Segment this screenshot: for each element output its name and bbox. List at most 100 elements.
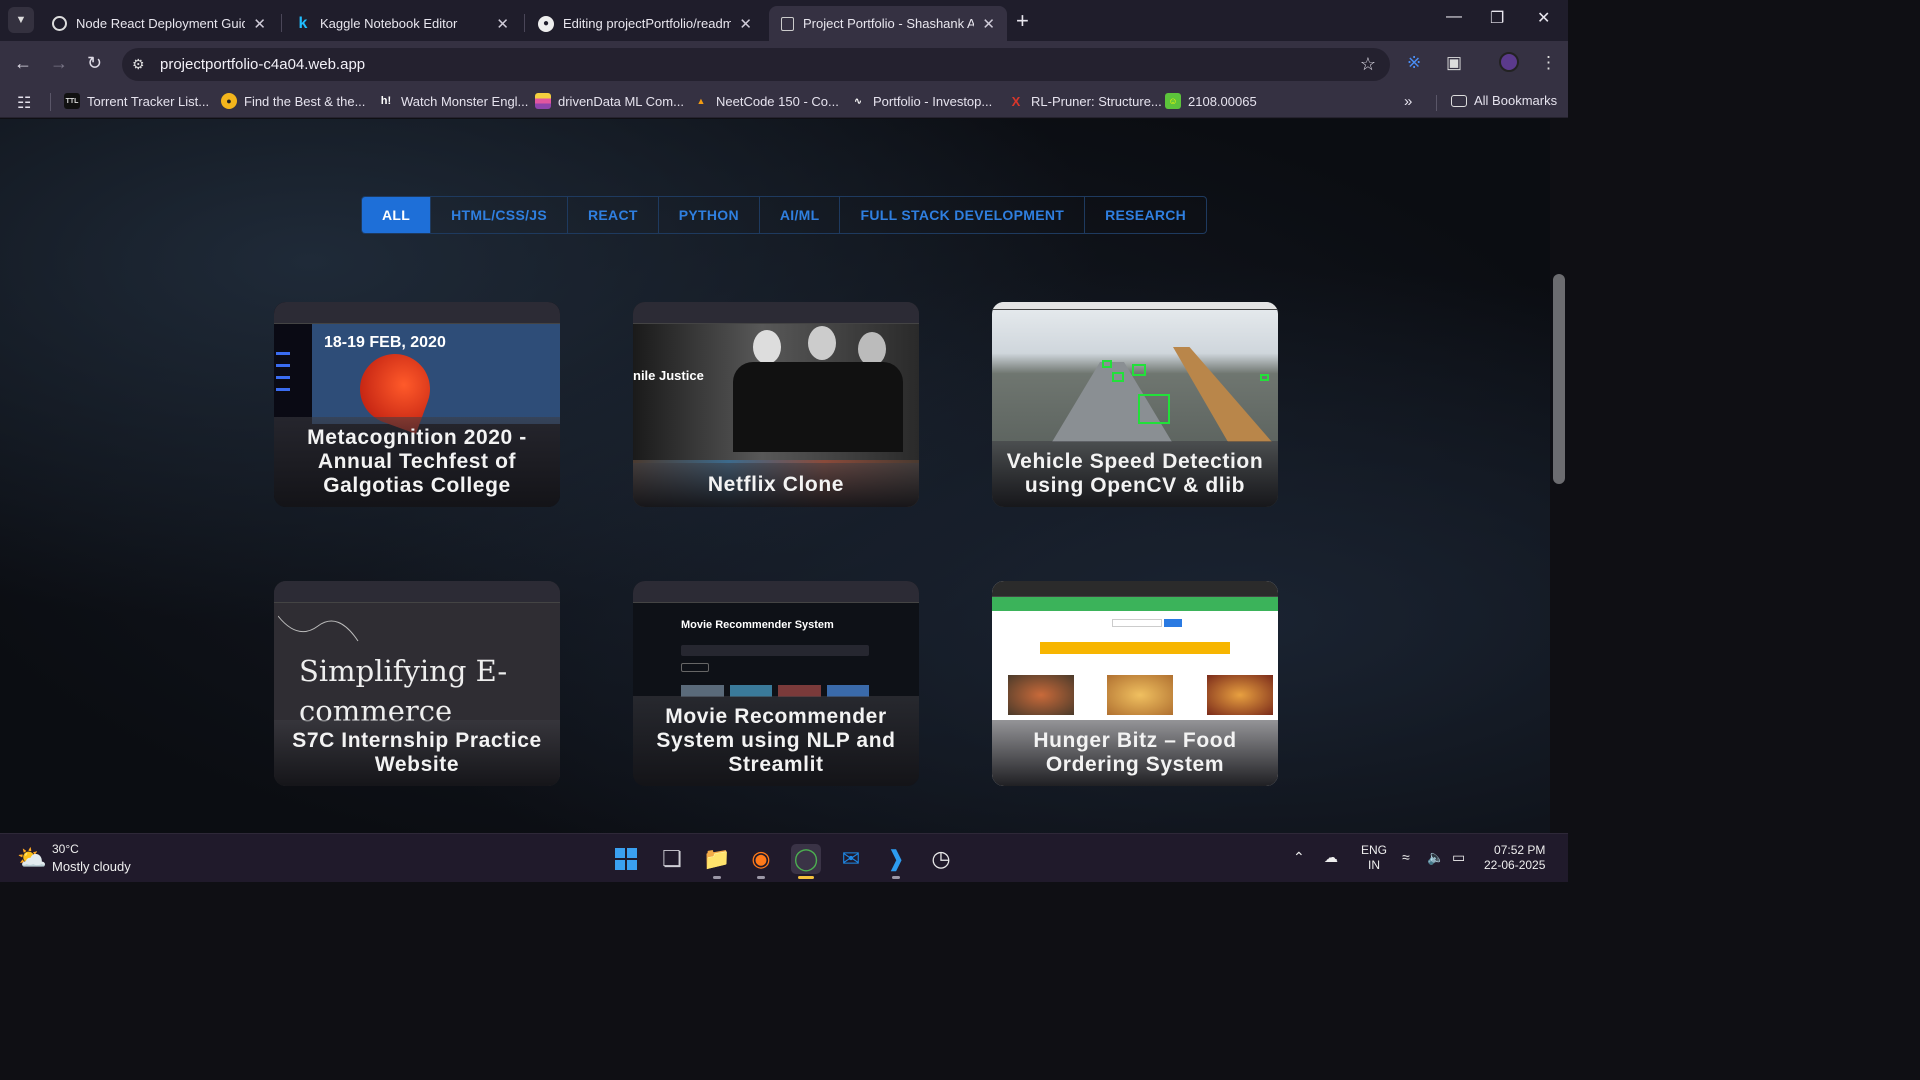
weather-cloud-icon[interactable]: ⛅ xyxy=(17,844,47,873)
filter-all[interactable]: ALL xyxy=(362,197,432,233)
project-card-movie-recommender[interactable]: Movie Recommender System Movie Recommend… xyxy=(633,581,919,786)
site-info-icon[interactable]: ⚙ xyxy=(132,56,145,73)
project-title-overlay: Metacognition 2020 - Annual Techfest of … xyxy=(274,417,560,507)
bookmark-item[interactable]: drivenData ML Com... xyxy=(535,93,684,109)
filter-html-css-js[interactable]: HTML/CSS/JS xyxy=(431,197,568,233)
language-code: ENG xyxy=(1361,843,1388,857)
tab-title: Editing projectPortfolio/readme xyxy=(563,16,732,31)
project-card-vehicle-speed[interactable]: Vehicle Speed Detection using OpenCV & d… xyxy=(992,302,1278,507)
chevron-down-icon: ▼ xyxy=(15,14,27,26)
bookmark-item[interactable]: ∿ Portfolio - Investop... xyxy=(850,93,992,109)
weather-temperature: 30°C xyxy=(52,842,79,856)
forward-button[interactable]: → xyxy=(50,53,68,74)
filter-ai-ml[interactable]: AI/ML xyxy=(760,197,841,233)
torrent-icon: TTL xyxy=(64,93,80,109)
bookmark-label: RL-Pruner: Structure... xyxy=(1031,93,1162,109)
file-explorer-icon[interactable]: 📁 xyxy=(702,844,732,879)
bookmark-item[interactable]: ▲ NeetCode 150 - Co... xyxy=(693,93,839,109)
filter-research[interactable]: RESEARCH xyxy=(1085,197,1206,233)
extensions-puzzle-icon[interactable]: ▣ xyxy=(1446,53,1462,73)
filter-python[interactable]: PYTHON xyxy=(659,197,760,233)
tab-project-portfolio[interactable]: Project Portfolio - Shashank Ag ✕ xyxy=(769,6,1007,41)
filter-react[interactable]: REACT xyxy=(568,197,659,233)
chrome-icon[interactable]: ◯ xyxy=(791,844,821,879)
screenshot-browser-bar xyxy=(274,581,560,603)
system-clock[interactable]: 07:52 PM 22-06-2025 xyxy=(1484,843,1545,873)
page-scrollbar[interactable] xyxy=(1550,119,1568,833)
reload-button[interactable]: ↻ xyxy=(87,53,102,74)
project-title-overlay: Netflix Clone xyxy=(633,463,919,507)
app-heading: Movie Recommender System xyxy=(681,619,834,631)
window-close-button[interactable]: ✕ xyxy=(1537,8,1550,28)
new-tab-button[interactable]: + xyxy=(1016,8,1029,34)
filter-full-stack[interactable]: FULL STACK DEVELOPMENT xyxy=(840,197,1086,233)
extension-wave-icon[interactable]: ※ xyxy=(1407,53,1421,73)
bookmark-item[interactable]: ● Find the Best & the... xyxy=(221,93,365,109)
address-bar[interactable]: ⚙ projectportfolio-c4a04.web.app ☆ xyxy=(122,48,1390,81)
bookmark-divider xyxy=(1436,95,1437,111)
input-language[interactable]: ENG IN xyxy=(1361,843,1387,873)
wifi-icon[interactable]: ≈ xyxy=(1402,849,1410,865)
portfolio-page: ALL HTML/CSS/JS REACT PYTHON AI/ML FULL … xyxy=(0,119,1550,833)
outlook-icon[interactable]: ✉ xyxy=(836,844,866,874)
scrollbar-thumb[interactable] xyxy=(1553,274,1565,484)
profile-avatar[interactable] xyxy=(1499,52,1519,72)
windows-start-icon[interactable] xyxy=(611,844,641,874)
project-title: Netflix Clone xyxy=(707,473,845,496)
volume-icon[interactable]: 🔈 xyxy=(1427,849,1444,866)
close-icon[interactable]: ✕ xyxy=(496,15,509,33)
bookmark-item[interactable]: h! Watch Monster Engl... xyxy=(378,93,529,109)
tab-title: Node React Deployment Guide xyxy=(76,16,246,31)
battery-icon[interactable]: ▭ xyxy=(1452,849,1465,866)
tray-chevron-up-icon[interactable]: ⌃ xyxy=(1293,849,1305,866)
bookmark-item[interactable]: X RL-Pruner: Structure... xyxy=(1008,93,1162,109)
back-button[interactable]: ← xyxy=(14,53,32,74)
smiley-icon: ☺ xyxy=(1165,93,1181,109)
bookmark-item[interactable]: TTL Torrent Tracker List... xyxy=(64,93,209,109)
project-card-netflix-clone[interactable]: nile Justice Netflix Clone xyxy=(633,302,919,507)
poster-background: 18-19 FEB, 2020 xyxy=(312,324,560,434)
all-bookmarks-label: All Bookmarks xyxy=(1474,93,1558,108)
project-card-metacognition[interactable]: 18-19 FEB, 2020 Metacognition 2020 - Ann… xyxy=(274,302,560,507)
chatgpt-icon xyxy=(52,16,67,31)
menu-kebab-icon[interactable]: ⋮ xyxy=(1540,53,1557,73)
arxiv-icon: X xyxy=(1011,93,1021,109)
bookmark-star-icon[interactable]: ☆ xyxy=(1360,54,1376,75)
onedrive-cloud-icon[interactable]: ☁ xyxy=(1324,849,1338,866)
dirt-shoulder xyxy=(1173,347,1272,442)
project-title: Hunger Bitz – Food Ordering System xyxy=(1033,729,1237,776)
show-title-text: nile Justice xyxy=(633,368,704,383)
bookmarks-bar: ☷ TTL Torrent Tracker List... ● Find the… xyxy=(0,87,1568,118)
bookmark-label: Watch Monster Engl... xyxy=(401,93,529,109)
running-indicator xyxy=(892,876,900,879)
tab-kaggle[interactable]: k Kaggle Notebook Editor ✕ xyxy=(283,6,521,41)
minimize-button[interactable]: — xyxy=(1446,8,1462,26)
all-bookmarks-button[interactable]: All Bookmarks xyxy=(1451,93,1557,108)
close-icon[interactable]: ✕ xyxy=(739,15,752,33)
kaggle-icon: k xyxy=(298,14,308,32)
detection-box xyxy=(1102,360,1112,368)
project-title-overlay: Hunger Bitz – Food Ordering System xyxy=(992,720,1278,786)
firefox-icon[interactable]: ◉ xyxy=(746,844,776,879)
project-card-hunger-bitz[interactable]: Hunger Bitz – Food Ordering System xyxy=(992,581,1278,786)
close-icon[interactable]: ✕ xyxy=(982,15,995,33)
detection-box xyxy=(1260,374,1269,381)
task-view-icon[interactable]: ❏ xyxy=(657,844,687,874)
apps-grid-icon[interactable]: ☷ xyxy=(17,93,31,113)
tab-node-react[interactable]: Node React Deployment Guide ✕ xyxy=(40,6,278,41)
vscode-icon[interactable]: ❱ xyxy=(881,844,911,879)
bookmark-item[interactable]: ☺ 2108.00065 xyxy=(1165,93,1257,109)
project-card-s7c-internship[interactable]: Simplifying E-commerce S7C Internship Pr… xyxy=(274,581,560,786)
bookmark-label: drivenData ML Com... xyxy=(558,93,684,109)
tab-github[interactable]: ● Editing projectPortfolio/readme ✕ xyxy=(526,6,764,41)
investopedia-icon: ∿ xyxy=(854,95,862,106)
tab-strip: ▼ Node React Deployment Guide ✕ k Kaggle… xyxy=(0,0,1568,41)
close-icon[interactable]: ✕ xyxy=(253,15,266,33)
bookmark-divider xyxy=(50,93,51,111)
find-best-icon: ● xyxy=(221,93,237,109)
tab-search-button[interactable]: ▼ xyxy=(8,7,34,33)
food-image xyxy=(1008,675,1074,715)
more-bookmarks-chevron-icon[interactable]: » xyxy=(1404,93,1412,110)
restore-button[interactable]: ❐ xyxy=(1490,8,1504,28)
clock-app-icon[interactable]: ◷ xyxy=(926,844,956,874)
